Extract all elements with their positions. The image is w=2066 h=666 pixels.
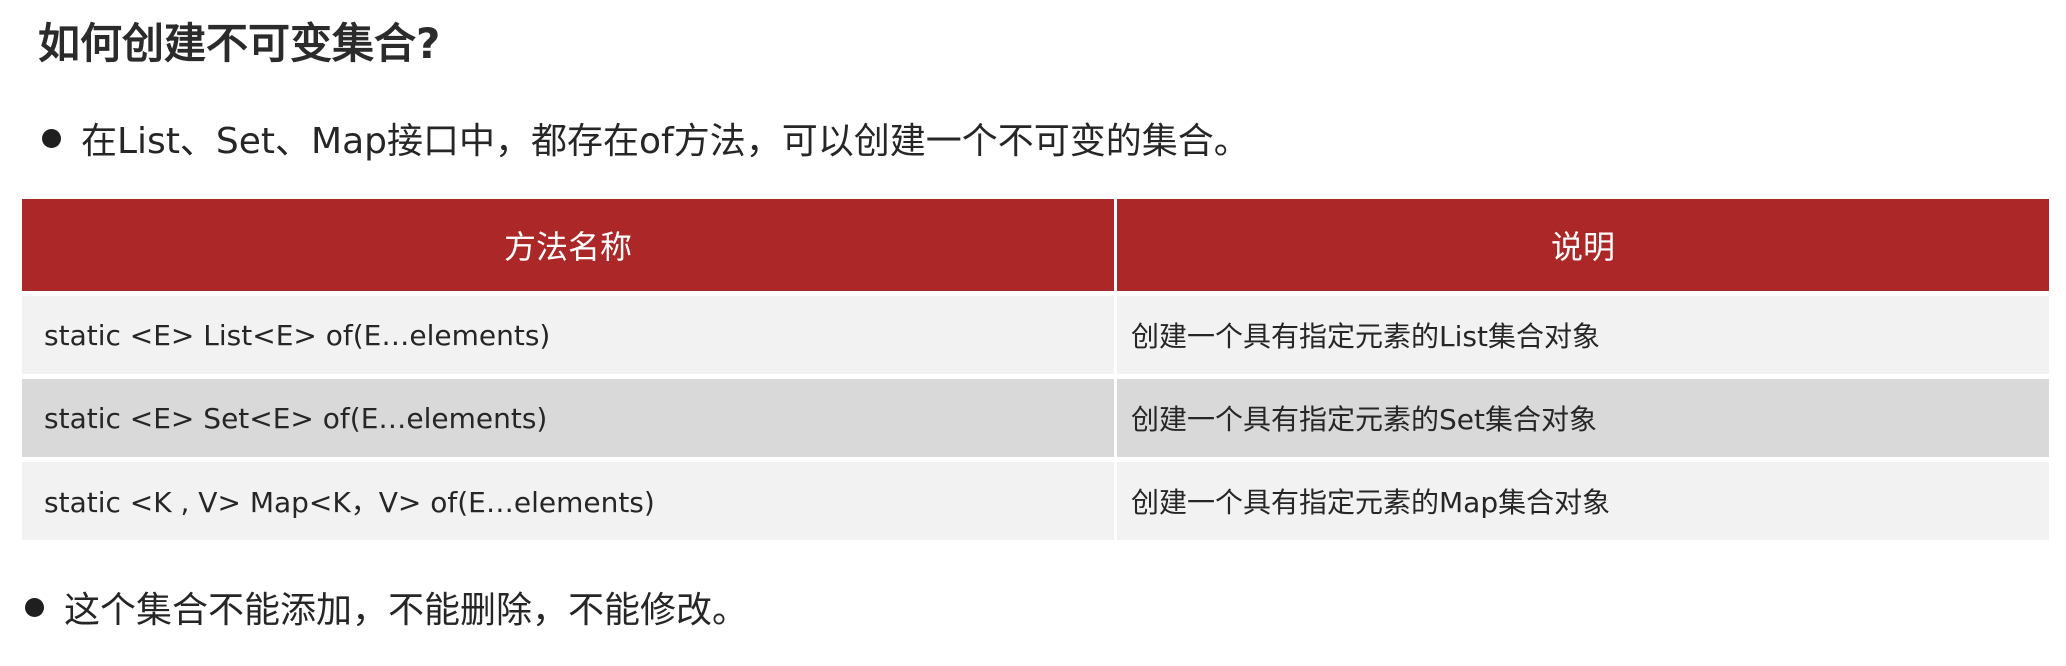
- bullet-dot-icon: [42, 128, 61, 148]
- method-cell: static <E> Set<E> of(E…elements): [22, 374, 1117, 457]
- column-header-method: 方法名称: [22, 199, 1117, 291]
- intro-bullet: 在List、Set、Map接口中，都存在of方法，可以创建一个不可变的集合。: [42, 108, 1250, 168]
- method-table: 方法名称 说明 static <E> List<E> of(E…elements…: [22, 199, 2049, 540]
- table-row: static <E> List<E> of(E…elements) 创建一个具有…: [22, 291, 2049, 374]
- note-bullet: 这个集合不能添加，不能删除，不能修改。: [25, 577, 748, 637]
- note-bullet-text: 这个集合不能添加，不能删除，不能修改。: [64, 590, 749, 631]
- page-title: 如何创建不可变集合?: [38, 19, 441, 68]
- table-row: static <K , V> Map<K，V> of(E…elements) 创…: [22, 457, 2049, 540]
- table-header: 方法名称 说明: [22, 199, 2049, 291]
- description-cell: 创建一个具有指定元素的List集合对象: [1117, 291, 2049, 374]
- intro-bullet-text: 在List、Set、Map接口中，都存在of方法，可以创建一个不可变的集合。: [81, 121, 1250, 162]
- table-header-row: 方法名称 说明: [22, 199, 2049, 291]
- method-cell: static <E> List<E> of(E…elements): [22, 291, 1117, 374]
- table-body: static <E> List<E> of(E…elements) 创建一个具有…: [22, 291, 2049, 540]
- table-row: static <E> Set<E> of(E…elements) 创建一个具有指…: [22, 374, 2049, 457]
- bullet-dot-icon: [25, 597, 44, 617]
- column-header-description: 说明: [1117, 199, 2049, 291]
- description-cell: 创建一个具有指定元素的Set集合对象: [1117, 374, 2049, 457]
- description-cell: 创建一个具有指定元素的Map集合对象: [1117, 457, 2049, 540]
- method-cell: static <K , V> Map<K，V> of(E…elements): [22, 457, 1117, 540]
